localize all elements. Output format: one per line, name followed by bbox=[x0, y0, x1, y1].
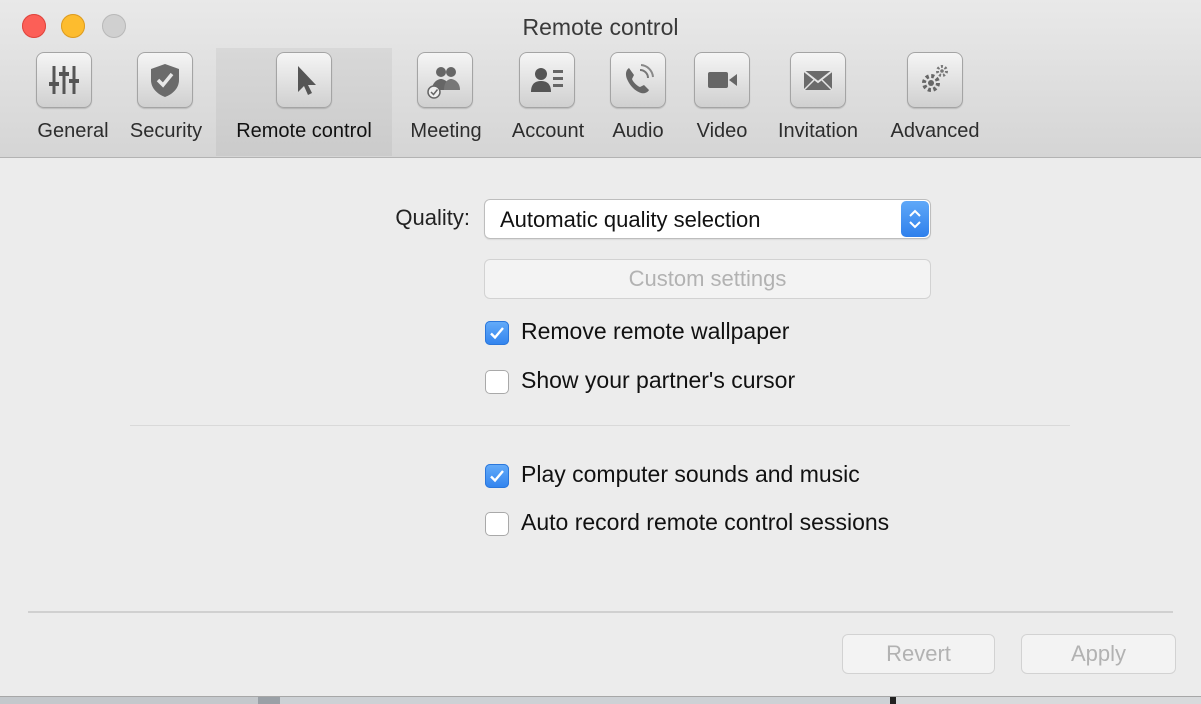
people-icon bbox=[417, 52, 473, 108]
tab-invitation[interactable]: Invitation bbox=[766, 48, 870, 156]
quality-selected-value: Automatic quality selection bbox=[500, 207, 761, 232]
phone-icon bbox=[610, 52, 666, 108]
tab-security[interactable]: Security bbox=[120, 48, 212, 156]
tab-advanced-label: Advanced bbox=[890, 120, 980, 142]
remove-wallpaper-label: Remove remote wallpaper bbox=[521, 318, 790, 344]
tab-remote-control[interactable]: Remote control bbox=[216, 48, 392, 156]
quality-select[interactable]: Automatic quality selection bbox=[484, 199, 931, 239]
tab-security-label: Security bbox=[129, 120, 203, 142]
tab-general-label: General bbox=[37, 120, 109, 142]
tab-meeting[interactable]: Meeting bbox=[396, 48, 496, 156]
video-camera-icon bbox=[694, 52, 750, 108]
shield-icon bbox=[137, 52, 193, 108]
tab-invitation-label: Invitation bbox=[777, 120, 859, 142]
tab-account-label: Account bbox=[511, 120, 585, 142]
remove-wallpaper-checkbox[interactable] bbox=[485, 321, 509, 345]
show-cursor-checkbox[interactable] bbox=[485, 370, 509, 394]
window-title: Remote control bbox=[522, 14, 679, 40]
window-toolbar: Remote control General Security Remote c… bbox=[0, 0, 1201, 158]
preferences-window: Remote control General Security Remote c… bbox=[0, 0, 1201, 697]
tab-audio[interactable]: Audio bbox=[598, 48, 678, 156]
tab-remote-control-label: Remote control bbox=[236, 120, 372, 142]
auto-record-checkbox[interactable] bbox=[485, 512, 509, 536]
quality-label: Quality: bbox=[395, 205, 470, 230]
gears-icon bbox=[907, 52, 963, 108]
section-divider bbox=[130, 425, 1070, 426]
tab-audio-label: Audio bbox=[612, 120, 664, 142]
revert-button[interactable]: Revert bbox=[842, 634, 995, 674]
chevron-up-down-icon bbox=[901, 201, 929, 237]
contact-card-icon bbox=[519, 52, 575, 108]
play-sounds-label: Play computer sounds and music bbox=[521, 461, 860, 487]
tab-advanced[interactable]: Advanced bbox=[878, 48, 992, 156]
tab-video-label: Video bbox=[696, 120, 748, 142]
sliders-icon bbox=[36, 52, 92, 108]
show-cursor-label: Show your partner's cursor bbox=[521, 367, 796, 393]
apply-button[interactable]: Apply bbox=[1021, 634, 1176, 674]
custom-settings-button[interactable]: Custom settings bbox=[484, 259, 931, 299]
play-sounds-checkbox[interactable] bbox=[485, 464, 509, 488]
tab-video[interactable]: Video bbox=[683, 48, 761, 156]
cursor-icon bbox=[276, 52, 332, 108]
auto-record-label: Auto record remote control sessions bbox=[521, 509, 890, 535]
envelope-icon bbox=[790, 52, 846, 108]
tab-account[interactable]: Account bbox=[498, 48, 598, 156]
tab-meeting-label: Meeting bbox=[410, 120, 482, 142]
tab-general[interactable]: General bbox=[22, 48, 124, 156]
footer-divider bbox=[28, 611, 1173, 613]
